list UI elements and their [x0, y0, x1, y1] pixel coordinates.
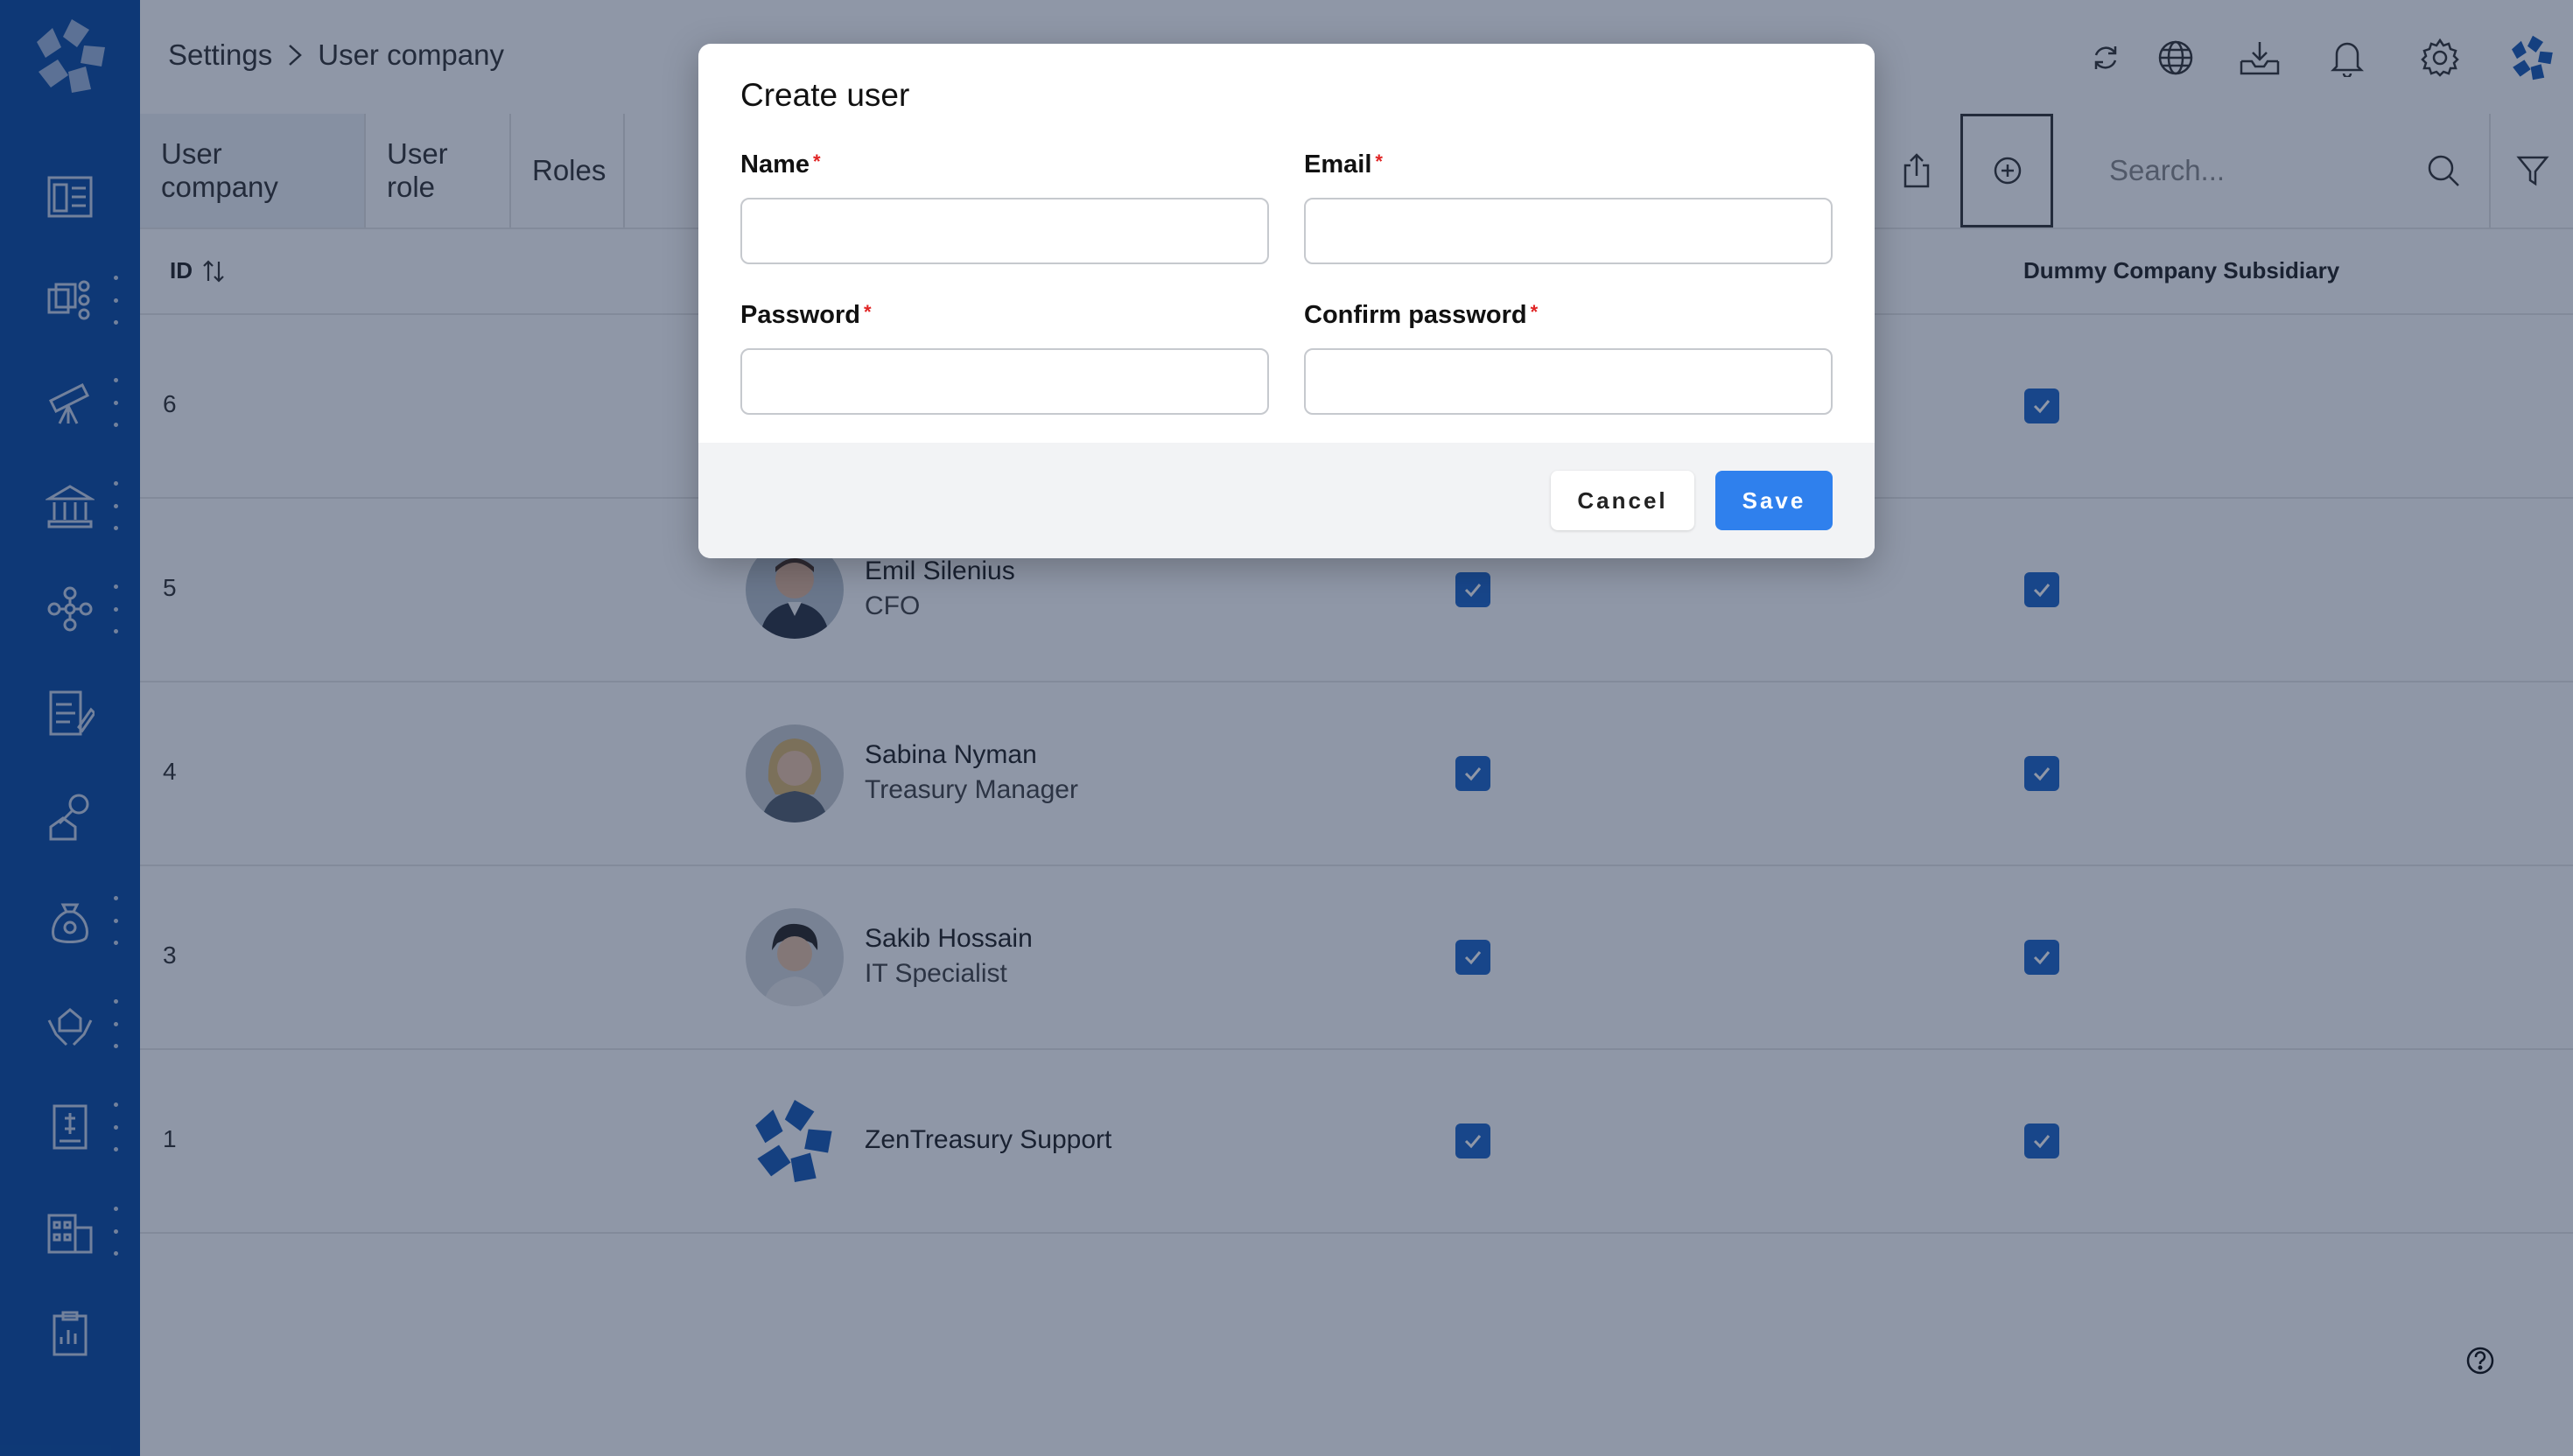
- email-label-text: Email: [1304, 150, 1372, 178]
- required-marker: *: [864, 301, 872, 323]
- password-label: Password *: [740, 301, 872, 330]
- dialog-title: Create user: [740, 77, 910, 113]
- dialog-footer: [698, 443, 1875, 558]
- name-field[interactable]: [740, 198, 1269, 264]
- name-label: Name *: [740, 150, 821, 179]
- create-user-dialog: Create user Name * Email * Password * Confi…: [698, 44, 1875, 558]
- email-label: Email *: [1304, 150, 1383, 179]
- email-field[interactable]: [1304, 198, 1833, 264]
- confirm-password-label-text: Confirm password: [1304, 301, 1527, 329]
- password-label-text: Password: [740, 301, 860, 329]
- confirm-password-field[interactable]: [1304, 348, 1833, 415]
- save-button[interactable]: Save: [1715, 471, 1833, 530]
- password-field[interactable]: [740, 348, 1269, 415]
- cancel-button[interactable]: Cancel: [1551, 471, 1694, 530]
- required-marker: *: [1530, 301, 1539, 323]
- required-marker: *: [813, 150, 821, 172]
- name-label-text: Name: [740, 150, 810, 178]
- confirm-password-label: Confirm password *: [1304, 301, 1538, 330]
- required-marker: *: [1375, 150, 1383, 172]
